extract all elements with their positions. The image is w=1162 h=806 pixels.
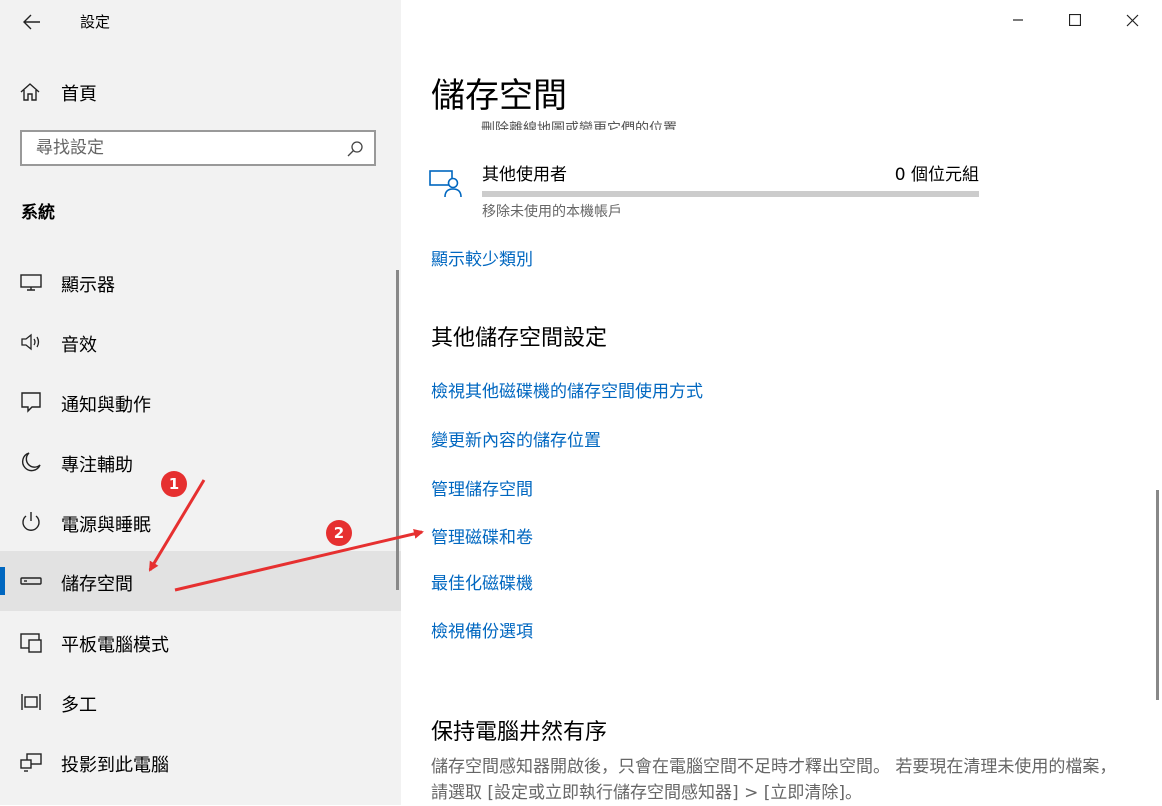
cut-off-description: 刪除離線地圖或變更它們的位置 [481, 121, 677, 130]
power-icon [22, 512, 40, 531]
other-users-label[interactable]: 其他使用者 [482, 160, 567, 185]
other-users-icon [429, 170, 462, 198]
view-backup-options-link[interactable]: 檢視備份選項 [431, 617, 533, 642]
manage-storage-spaces-link[interactable]: 管理儲存空間 [431, 475, 533, 500]
sidebar-item-label: 儲存空間 [61, 574, 133, 595]
sidebar-item-label: 專注輔助 [61, 455, 133, 476]
section-label: 系統 [21, 203, 55, 223]
content-pane: 儲存空間 刪除離線地圖或變更它們的位置 其他使用者 0 個位元組 移除未使用的本… [401, 0, 1162, 805]
window-title: 設定 [80, 13, 111, 31]
minimize-button[interactable] [989, 0, 1047, 40]
annotation-badge-1: 1 [161, 471, 187, 497]
home-label: 首頁 [61, 84, 97, 105]
sidebar-item-tablet-mode[interactable]: 平板電腦模式 [0, 612, 401, 672]
sidebar-item-label: 通知與動作 [61, 395, 151, 416]
keep-tidy-title: 保持電腦井然有序 [431, 720, 608, 745]
close-icon [1126, 14, 1138, 26]
tablet-mode-icon [20, 633, 42, 653]
display-icon [20, 274, 42, 291]
sidebar-item-label: 平板電腦模式 [61, 635, 169, 656]
search-icon[interactable] [346, 140, 364, 158]
sidebar-item-notifications[interactable]: 通知與動作 [0, 372, 401, 432]
sidebar-scrollbar[interactable] [396, 270, 399, 590]
page-title: 儲存空間 [431, 76, 567, 116]
search-input[interactable] [36, 137, 336, 159]
sidebar-home[interactable]: 首頁 [0, 70, 401, 114]
annotation-badge-2: 2 [326, 520, 352, 546]
back-button[interactable] [14, 8, 50, 36]
sidebar-item-label: 投影到此電腦 [61, 755, 169, 776]
sidebar-item-label: 顯示器 [61, 275, 115, 296]
close-button[interactable] [1103, 0, 1161, 40]
project-icon [20, 753, 42, 772]
change-save-location-link[interactable]: 變更新內容的儲存位置 [431, 426, 601, 451]
sidebar-item-label: 電源與睡眠 [61, 515, 151, 536]
sidebar-item-sound[interactable]: 音效 [0, 312, 401, 372]
optimize-drives-link[interactable]: 最佳化磁碟機 [431, 569, 533, 594]
notification-icon [21, 392, 41, 413]
sidebar-item-display[interactable]: 顯示器 [0, 252, 401, 312]
moon-icon [21, 452, 41, 472]
keep-tidy-description: 儲存空間感知器開啟後，只會在電腦空間不足時才釋出空間。 若要現在清理未使用的檔案… [431, 757, 1117, 803]
show-fewer-categories-link[interactable]: 顯示較少類別 [431, 245, 533, 270]
sidebar-item-label: 音效 [61, 335, 97, 356]
multitasking-icon [21, 694, 41, 710]
back-arrow-icon [23, 14, 40, 30]
other-users-description: 移除未使用的本機帳戶 [482, 204, 622, 220]
other-users-size: 0 個位元組 [894, 165, 979, 185]
search-box[interactable] [20, 130, 376, 166]
usage-bar [482, 191, 979, 197]
manage-disks-volumes-link[interactable]: 管理磁碟和卷 [431, 523, 533, 548]
view-other-drives-link[interactable]: 檢視其他磁碟機的儲存空間使用方式 [431, 377, 703, 402]
sidebar-item-project[interactable]: 投影到此電腦 [0, 732, 401, 792]
sidebar: 設定 首頁 系統 顯示器 音效 通知與動作 專注輔助 電源與睡眠 儲存空間 平板… [0, 0, 401, 805]
home-icon [20, 83, 40, 101]
content-scrollbar[interactable] [1156, 490, 1159, 700]
storage-drive-icon [20, 577, 42, 585]
maximize-icon [1069, 14, 1081, 26]
sidebar-item-label: 多工 [61, 695, 97, 716]
maximize-button[interactable] [1046, 0, 1104, 40]
sidebar-item-storage[interactable]: 儲存空間 [0, 551, 401, 611]
sidebar-item-focus-assist[interactable]: 專注輔助 [0, 432, 401, 492]
more-storage-settings-title: 其他儲存空間設定 [431, 326, 608, 351]
sidebar-item-multitasking[interactable]: 多工 [0, 672, 401, 732]
speaker-icon [21, 333, 40, 351]
minimize-icon [1013, 19, 1023, 21]
